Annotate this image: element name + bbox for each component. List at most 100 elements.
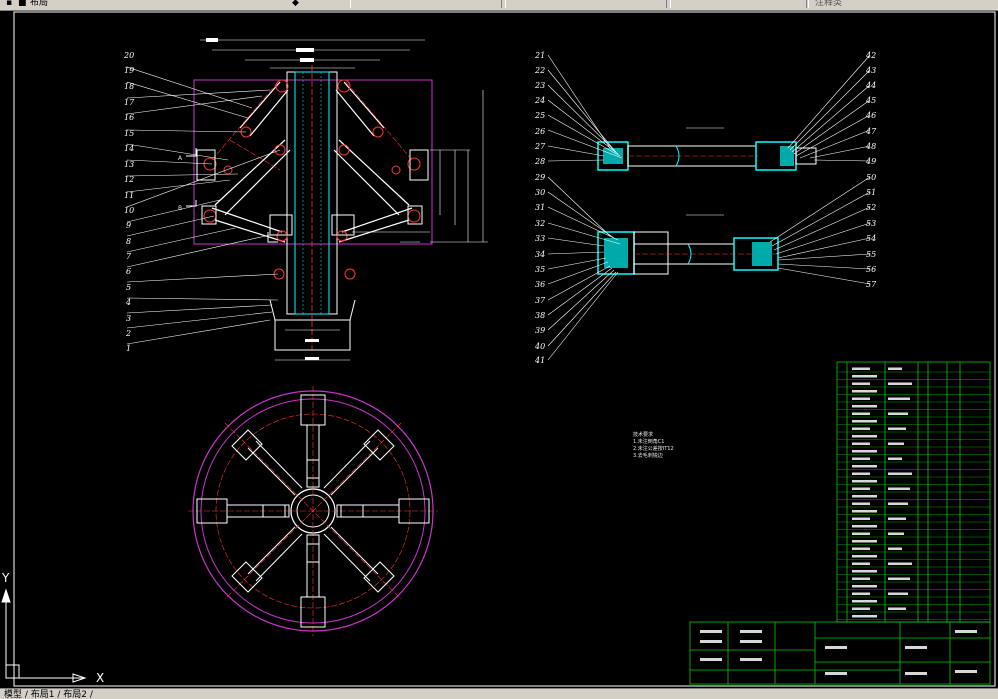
table-row-text (852, 547, 870, 550)
callout-57: 57 (866, 280, 877, 289)
callout-2: 2 (125, 329, 131, 338)
table-row-text (852, 532, 870, 535)
table-row-text (852, 480, 877, 483)
detail-view-lower (597, 214, 780, 275)
callout-50: 50 (866, 173, 876, 182)
title-block-marks (700, 630, 977, 675)
annotation-search-input[interactable]: 注释类 (815, 0, 842, 9)
title-block-text (700, 640, 722, 643)
table-row-text (852, 405, 877, 408)
callout-21: 21 (534, 51, 545, 60)
table-row-text (852, 502, 870, 505)
callout-15: 15 (124, 129, 134, 138)
toolbar-icon[interactable]: ▪ (6, 0, 12, 9)
front-view: A B (178, 38, 488, 361)
callout-42: 42 (865, 51, 876, 60)
tab-1[interactable] (350, 0, 502, 8)
table-row-text (888, 502, 908, 505)
table-row-text (852, 457, 870, 460)
table-row-text (888, 592, 908, 595)
table-row-text (888, 532, 904, 535)
callout-16: 16 (124, 113, 134, 122)
title-block-text (825, 646, 847, 649)
title-block-text (955, 670, 977, 673)
callout-39: 39 (535, 326, 545, 335)
table-row-text (852, 540, 877, 543)
callout-45: 45 (865, 96, 876, 105)
properties-icon[interactable]: ◆ (292, 0, 299, 9)
cad-drawing-canvas[interactable]: A B 20 19 18 17 16 15 14 13 12 11 10 9 8… (0, 10, 998, 688)
callout-3: 3 (126, 314, 131, 323)
table-row-text (852, 472, 870, 475)
callout-54: 54 (866, 234, 876, 243)
callout-14: 14 (124, 144, 134, 153)
left-callouts: 20 19 18 17 16 15 14 13 12 11 10 9 8 7 6… (123, 51, 135, 353)
callout-44: 44 (865, 81, 876, 90)
ucs-y-label: Y (1, 571, 10, 585)
table-row-text (852, 375, 877, 378)
view-mark-a: A (178, 155, 183, 162)
callout-46: 46 (865, 111, 876, 120)
detail-view-upper (597, 127, 817, 171)
callout-12: 12 (124, 175, 134, 184)
title-block-text (955, 630, 977, 633)
table-row-text (852, 450, 877, 453)
table-row-text (852, 570, 877, 573)
table-row-text (852, 435, 877, 438)
table-row-text (852, 517, 870, 520)
table-row-text (852, 495, 877, 498)
callout-30: 30 (535, 188, 545, 197)
callout-5: 5 (126, 283, 131, 292)
table-row-text (888, 547, 902, 550)
callout-7: 7 (126, 252, 132, 261)
table-row-text (852, 427, 870, 430)
title-block-text (700, 658, 722, 661)
tab-2[interactable] (505, 0, 667, 8)
callout-9: 9 (126, 221, 131, 230)
table-row-text (852, 592, 870, 595)
top-view-wheel (188, 386, 438, 636)
callout-18: 18 (124, 82, 134, 91)
callout-17: 17 (124, 98, 135, 107)
title-block-text (700, 630, 722, 633)
table-row-text (852, 412, 870, 415)
notes-line-2: 2.未注公差按IT12 (633, 446, 674, 452)
callout-47: 47 (865, 127, 877, 136)
callout-28: 28 (534, 157, 545, 166)
callout-41: 41 (534, 356, 545, 365)
tab-3[interactable] (670, 0, 807, 8)
notes-line-1: 1.未注倒角C1 (633, 439, 665, 445)
table-row-text (852, 367, 870, 370)
table-row-text (852, 390, 877, 393)
callout-49: 49 (865, 157, 876, 166)
parts-list-rows (837, 367, 990, 620)
callout-33: 33 (535, 234, 545, 243)
callout-40: 40 (534, 342, 545, 351)
callout-8: 8 (126, 237, 131, 246)
table-row-text (888, 577, 910, 580)
layout-tabs[interactable]: 模型 / 布局1 / 布局2 / (4, 689, 93, 699)
layer-icon[interactable]: ■ (18, 0, 27, 9)
callout-38: 38 (535, 311, 545, 320)
table-row-text (852, 600, 877, 603)
callout-53: 53 (866, 219, 876, 228)
title-block-text (905, 672, 927, 675)
callout-34: 34 (535, 250, 545, 259)
callout-56: 56 (866, 265, 876, 274)
callout-35: 35 (535, 265, 545, 274)
callout-52: 52 (866, 203, 876, 212)
title-block-text (740, 658, 762, 661)
right-callouts-right: 42 43 44 45 46 47 48 49 50 51 52 53 54 5… (865, 51, 877, 289)
callout-13: 13 (124, 160, 134, 169)
callout-51: 51 (866, 188, 876, 197)
table-row-text (888, 367, 902, 370)
table-row-text (888, 517, 906, 520)
table-row-text (852, 562, 870, 565)
table-row-text (888, 382, 912, 385)
table-row-text (852, 607, 870, 610)
table-row-text (852, 510, 877, 513)
table-row-text (852, 397, 870, 400)
callout-32: 32 (535, 219, 545, 228)
right-leaders (547, 54, 871, 361)
callout-26: 26 (534, 127, 545, 136)
